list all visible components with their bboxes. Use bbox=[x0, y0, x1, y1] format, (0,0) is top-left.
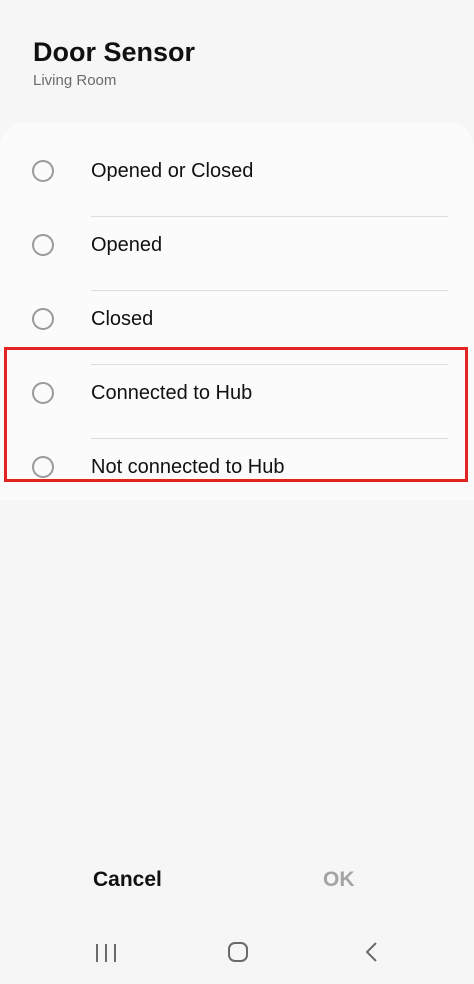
option-label: Not connected to Hub bbox=[91, 456, 285, 478]
recent-apps-icon bbox=[96, 944, 116, 962]
radio-button-icon[interactable] bbox=[32, 456, 54, 478]
option-label: Opened bbox=[91, 234, 163, 256]
navigation-bar bbox=[0, 934, 474, 984]
option-label: Opened or Closed bbox=[91, 160, 254, 182]
divider bbox=[91, 216, 448, 217]
dialog-actions: Cancel OK bbox=[0, 868, 474, 908]
divider bbox=[91, 290, 448, 291]
cancel-button[interactable]: Cancel bbox=[93, 868, 162, 892]
back-button[interactable] bbox=[342, 934, 402, 974]
ok-button[interactable]: OK bbox=[323, 868, 355, 892]
divider bbox=[91, 364, 448, 365]
back-icon bbox=[365, 942, 377, 962]
option-connected-to-hub[interactable]: Connected to Hub bbox=[0, 366, 474, 440]
header: Door Sensor Living Room bbox=[33, 36, 195, 89]
page-subtitle: Living Room bbox=[33, 72, 117, 89]
home-icon bbox=[228, 942, 248, 962]
option-not-connected-to-hub[interactable]: Not connected to Hub bbox=[0, 440, 474, 514]
recent-apps-button[interactable] bbox=[76, 934, 136, 974]
option-label: Closed bbox=[91, 308, 154, 330]
option-opened[interactable]: Opened bbox=[0, 218, 474, 292]
radio-button-icon[interactable] bbox=[32, 160, 54, 182]
radio-button-icon[interactable] bbox=[32, 234, 54, 256]
page-title: Door Sensor bbox=[33, 37, 196, 67]
option-opened-or-closed[interactable]: Opened or Closed bbox=[0, 144, 474, 218]
options-card: Opened or Closed Opened Closed Connected… bbox=[0, 122, 474, 500]
divider bbox=[91, 438, 448, 439]
radio-button-icon[interactable] bbox=[32, 308, 54, 330]
home-button[interactable] bbox=[208, 934, 268, 974]
radio-button-icon[interactable] bbox=[32, 382, 54, 404]
option-closed[interactable]: Closed bbox=[0, 292, 474, 366]
option-label: Connected to Hub bbox=[91, 382, 253, 404]
